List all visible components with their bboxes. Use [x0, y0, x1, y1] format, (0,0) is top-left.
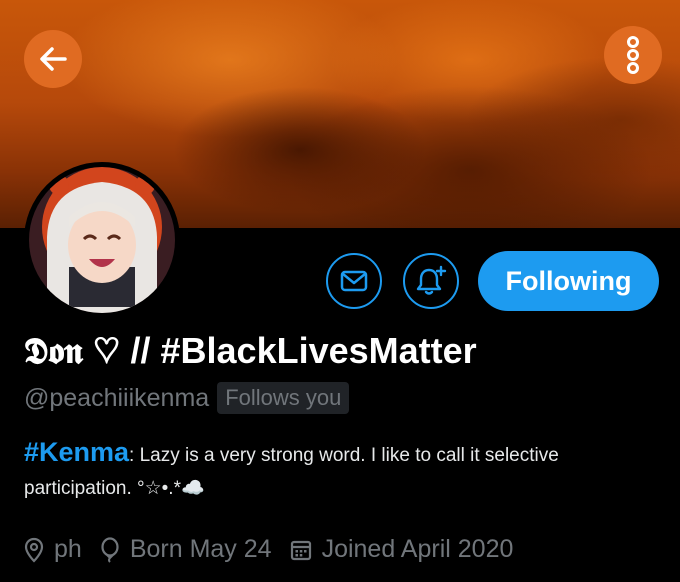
follows-you-badge: Follows you — [217, 382, 350, 414]
handle-row: @peachiiikenma Follows you — [24, 382, 350, 414]
joined-text: Joined April 2020 — [321, 535, 514, 563]
location-pin-icon — [24, 537, 44, 563]
bell-plus-icon — [416, 265, 447, 295]
user-handle: @peachiiikenma — [24, 383, 210, 412]
more-vertical-icon — [627, 36, 639, 74]
avatar[interactable] — [24, 162, 180, 318]
birthday-text: Born May 24 — [129, 535, 272, 563]
message-button[interactable] — [326, 253, 382, 309]
display-name: 𝕯𝖔𝖓 ♡ // #BlackLivesMatter — [24, 330, 477, 371]
arrow-left-icon — [40, 47, 67, 71]
notifications-button[interactable] — [403, 253, 459, 309]
calendar-icon — [290, 540, 311, 560]
bio-hashtag-link[interactable]: #Kenma — [24, 437, 129, 467]
back-button[interactable] — [24, 30, 82, 88]
balloon-icon — [101, 536, 119, 563]
location-item: ph — [24, 535, 82, 564]
birthday-item: Born May 24 — [100, 535, 272, 564]
following-button[interactable]: Following — [478, 251, 659, 311]
joined-item: Joined April 2020 — [290, 535, 514, 564]
bio: #Kenma: Lazy is a very strong word. I li… — [24, 436, 664, 505]
avatar-image — [29, 167, 175, 313]
envelope-icon — [340, 270, 368, 292]
location-text: ph — [54, 535, 82, 563]
profile-meta: ph Born May 24 Joined April 2020 — [24, 535, 531, 564]
more-options-button[interactable] — [604, 26, 662, 84]
